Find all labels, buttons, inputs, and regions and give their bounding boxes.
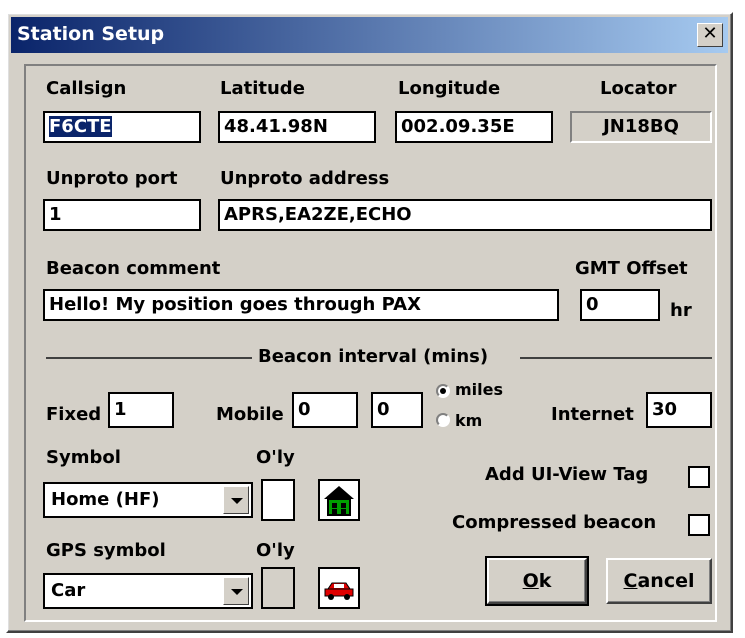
longitude-field[interactable]: 002.09.35E [395,111,553,143]
window-title: Station Setup [17,23,165,45]
hr-label: hr [670,300,692,321]
separator-right [520,357,712,359]
cancel-rest: ancel [637,570,695,592]
add-ui-view-tag-label: Add UI-View Tag [485,464,649,485]
unproto-port-field[interactable]: 1 [43,199,201,231]
callsign-field[interactable]: F6CTE [43,111,201,143]
beacon-interval-heading: Beacon interval (mins) [258,346,489,367]
locator-display: JN18BQ [570,111,712,143]
callsign-value: F6CTE [49,116,112,137]
symbol-select-value: Home (HF) [51,489,160,510]
symbol-overlay-label: O'ly [256,447,295,468]
symbol-label: Symbol [46,447,121,468]
title-bar[interactable]: Station Setup ✕ [11,17,728,53]
unproto-address-label: Unproto address [220,168,390,189]
locator-label: Locator [600,78,677,99]
close-button[interactable]: ✕ [697,23,723,47]
unproto-address-field[interactable]: APRS,EA2ZE,ECHO [218,199,712,231]
ok-button[interactable]: Ok [485,556,589,606]
symbol-overlay-field[interactable] [261,479,295,521]
cancel-button[interactable]: Cancel [606,558,712,604]
latitude-label: Latitude [220,78,305,99]
km-label: km [455,411,483,430]
km-radio[interactable] [436,413,450,427]
unproto-port-label: Unproto port [46,168,178,189]
gmt-offset-label: GMT Offset [575,258,688,279]
cancel-accel: C [623,570,638,592]
fixed-interval-field[interactable]: 1 [108,392,174,428]
settings-group [24,64,717,622]
latitude-field[interactable]: 48.41.98N [218,111,376,143]
mobile-interval-field-2[interactable]: 0 [371,392,423,428]
mobile-label: Mobile [216,404,284,425]
gps-symbol-label: GPS symbol [46,540,166,561]
fixed-label: Fixed [46,404,102,425]
ok-accel: O [522,570,539,592]
symbol-select[interactable]: Home (HF) [43,482,253,518]
miles-radio[interactable] [436,384,450,398]
chevron-down-icon[interactable] [223,486,249,514]
gmt-offset-field[interactable]: 0 [580,289,660,321]
gps-symbol-overlay-label: O'ly [256,540,295,561]
compressed-beacon-checkbox[interactable] [688,514,710,536]
beacon-comment-label: Beacon comment [46,258,221,279]
internet-interval-field[interactable]: 30 [646,392,712,428]
callsign-label: Callsign [46,78,127,99]
ok-rest: k [538,570,552,592]
gps-symbol-select[interactable]: Car [43,573,253,609]
separator-left [46,357,252,359]
miles-label: miles [455,380,504,399]
house-icon[interactable] [318,479,360,521]
add-ui-view-tag-checkbox[interactable] [688,466,710,488]
internet-label: Internet [551,404,634,425]
car-icon[interactable] [318,567,360,609]
gps-symbol-overlay-field [261,567,295,609]
chevron-down-icon[interactable] [223,577,249,605]
beacon-comment-field[interactable]: Hello! My position goes through PAX [43,289,559,321]
longitude-label: Longitude [398,78,501,99]
gps-symbol-select-value: Car [51,580,86,601]
mobile-interval-field-1[interactable]: 0 [292,392,358,428]
close-icon: ✕ [702,23,718,44]
station-setup-dialog: Station Setup ✕ Callsign Latitude Longit… [6,12,733,633]
compressed-beacon-label: Compressed beacon [452,512,657,533]
